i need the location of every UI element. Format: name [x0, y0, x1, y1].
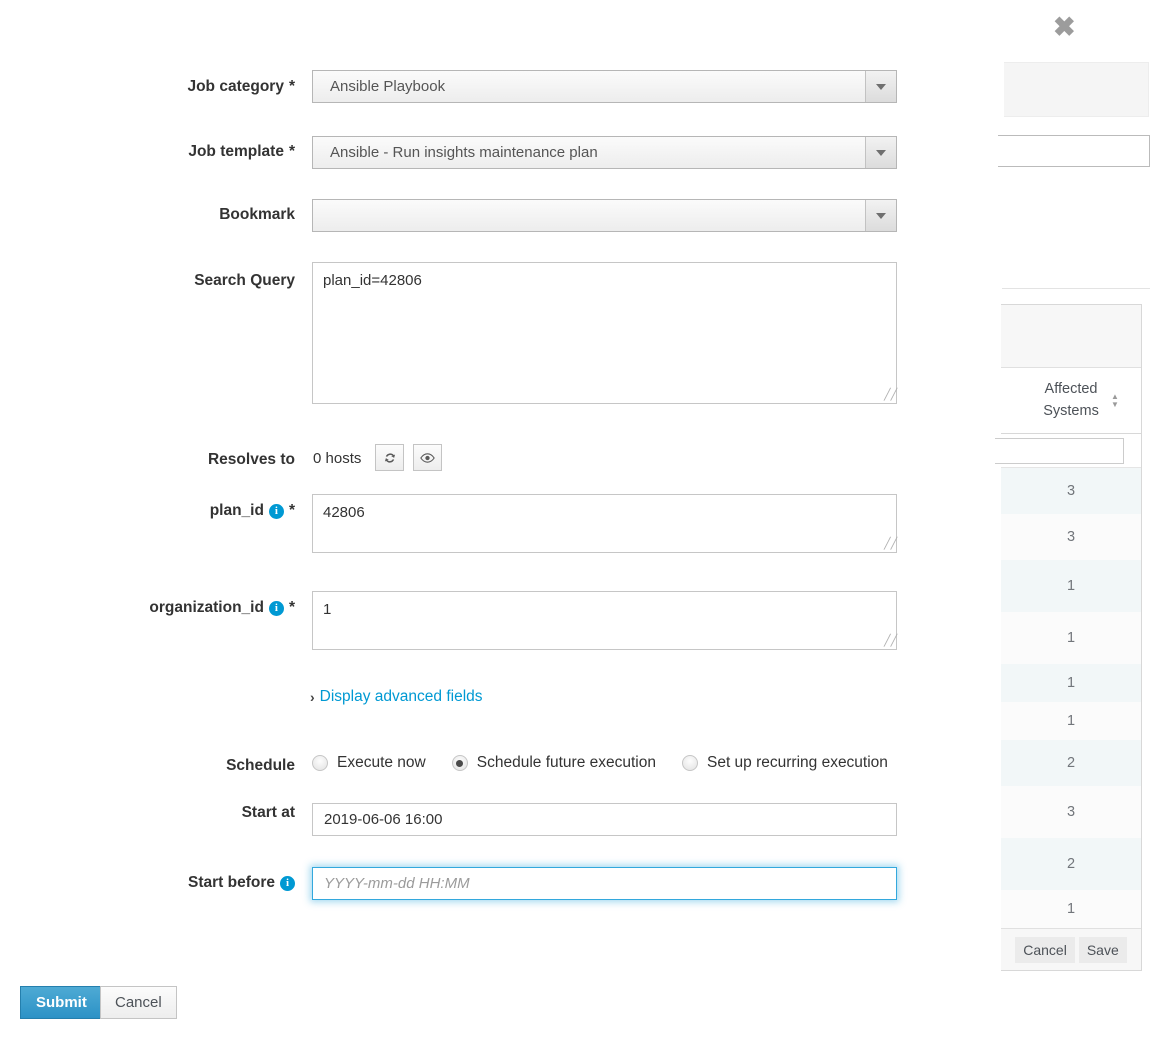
resolves-to-value: 0 hosts	[313, 450, 362, 467]
chevron-down-icon[interactable]	[865, 137, 896, 168]
bookmark-select[interactable]	[312, 199, 897, 232]
schedule-radio-group: Execute now Schedule future execution Set …	[312, 754, 914, 772]
job-invocation-form: Job category * Ansible Playbook Job temp…	[0, 0, 1164, 1041]
resolves-to-label: Resolves to	[207, 451, 295, 468]
plan-id-textarea[interactable]: 42806	[312, 494, 897, 553]
bookmark-select-value	[313, 200, 865, 231]
job-template-select[interactable]: Ansible - Run insights maintenance plan	[312, 136, 897, 169]
schedule-radio-0[interactable]: Execute now	[312, 754, 426, 772]
start-before-input[interactable]	[312, 867, 897, 900]
bookmark-label: Bookmark	[219, 206, 295, 223]
job-category-select-value: Ansible Playbook	[330, 78, 446, 95]
search-query-label: Search Query	[194, 272, 295, 289]
display-advanced-fields[interactable]: › Display advanced fields	[310, 688, 483, 706]
schedule-radio-label: Set up recurring execution	[706, 754, 888, 771]
start-before-label: Start before i	[95, 873, 295, 893]
submit-button[interactable]: Submit	[20, 986, 103, 1019]
eye-icon[interactable]	[413, 444, 442, 471]
cancel-button[interactable]: Cancel	[100, 986, 177, 1019]
job-category-label: Job category *	[187, 78, 295, 95]
info-icon[interactable]: i	[268, 503, 284, 519]
refresh-icon[interactable]	[375, 444, 404, 471]
job-category-select[interactable]: Ansible Playbook	[312, 70, 897, 103]
plan-id-label: plan_id i *	[209, 502, 295, 519]
radio-icon[interactable]	[451, 755, 468, 771]
start-at-label: Start at	[241, 804, 295, 821]
chevron-down-icon[interactable]	[865, 71, 896, 102]
search-query-textarea[interactable]: plan_id=42806	[312, 262, 897, 404]
organization-id-label: organization_id i *	[149, 599, 295, 616]
schedule-radio-2[interactable]: Set up recurring execution	[681, 754, 888, 772]
screen: ✖ Affected Systems ▲ ▼ 3311112321 Cancel …	[0, 0, 1164, 1041]
radio-icon[interactable]	[312, 755, 328, 771]
info-icon[interactable]: i	[280, 875, 295, 891]
job-template-select-value: Ansible - Run insights maintenance plan	[330, 144, 598, 161]
schedule-radio-label: Execute now	[337, 754, 426, 771]
organization-id-textarea[interactable]: 1	[312, 591, 897, 650]
start-at-input[interactable]	[312, 803, 897, 836]
chevron-down-icon[interactable]	[865, 200, 896, 231]
schedule-radio-1[interactable]: Schedule future execution	[451, 754, 656, 772]
job-template-label: Job template *	[188, 143, 295, 160]
chevron-right-icon: ›	[310, 689, 315, 705]
schedule-radio-label: Schedule future execution	[476, 754, 656, 771]
info-icon[interactable]: i	[268, 600, 284, 616]
display-advanced-fields-link[interactable]: Display advanced fields	[320, 688, 483, 706]
schedule-label: Schedule	[226, 757, 295, 774]
radio-icon[interactable]	[681, 755, 698, 771]
